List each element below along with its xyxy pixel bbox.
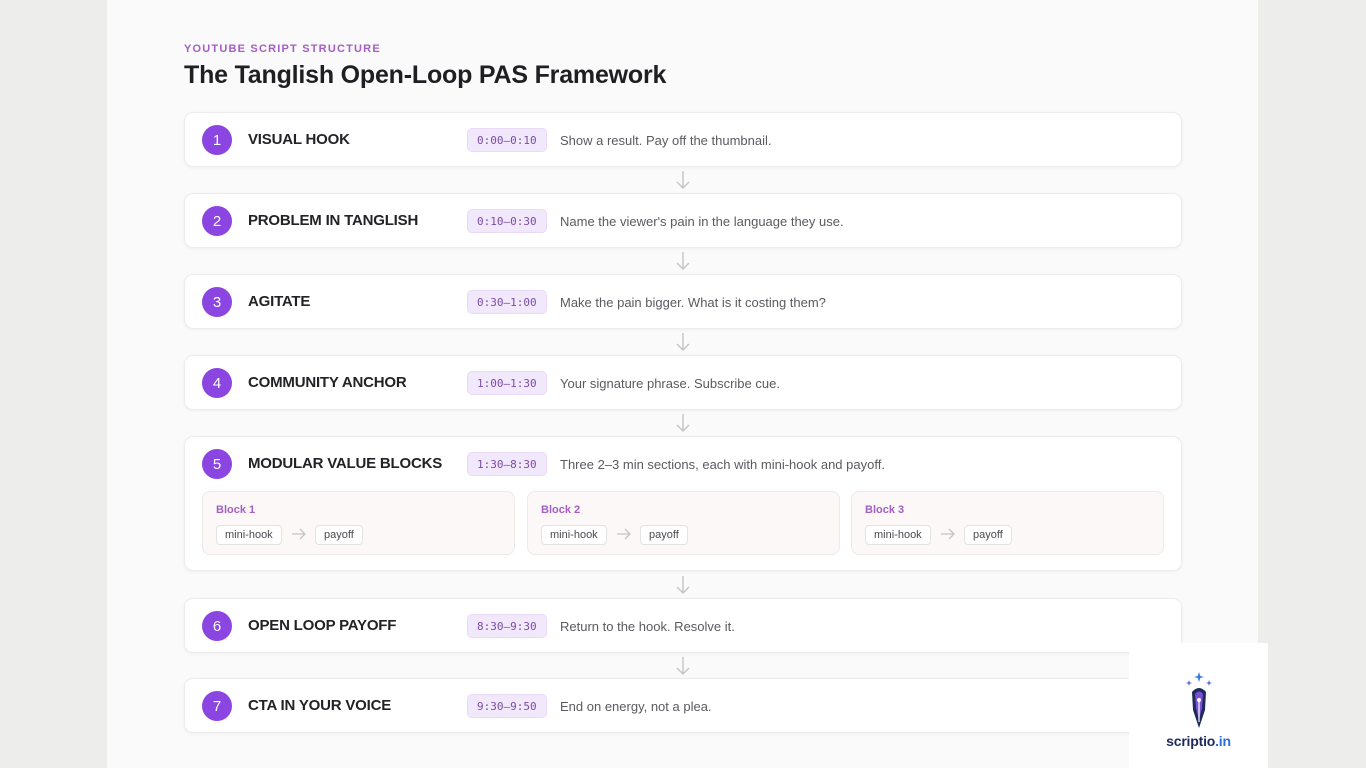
page-title: The Tanglish Open-Loop PAS Framework	[184, 61, 667, 89]
step-card: 3 AGITATE 0:30–1:00 Make the pain bigger…	[184, 274, 1182, 329]
step-description: End on energy, not a plea.	[560, 699, 712, 714]
step-label: COMMUNITY ANCHOR	[248, 374, 407, 391]
step-number-badge: 2	[202, 206, 232, 236]
payoff-chip: payoff	[640, 525, 688, 545]
down-arrow-icon	[676, 656, 690, 676]
down-arrow-icon	[676, 575, 690, 595]
step-number-badge: 6	[202, 611, 232, 641]
step-card: 2 PROBLEM IN TANGLISH 0:10–0:30 Name the…	[184, 193, 1182, 248]
step-description: Return to the hook. Resolve it.	[560, 619, 735, 634]
payoff-chip: payoff	[964, 525, 1012, 545]
step-card: 7 CTA IN YOUR VOICE 9:30–9:50 End on ene…	[184, 678, 1182, 733]
value-block: Block 1 mini-hook payoff	[202, 491, 515, 555]
step-label: OPEN LOOP PAYOFF	[248, 617, 397, 634]
step-description: Make the pain bigger. What is it costing…	[560, 295, 826, 310]
step-number-badge: 4	[202, 368, 232, 398]
time-badge: 0:10–0:30	[467, 209, 547, 233]
step-number-badge: 5	[202, 449, 232, 479]
down-arrow-icon	[676, 251, 690, 271]
step-number-badge: 7	[202, 691, 232, 721]
step-description: Three 2–3 min sections, each with mini-h…	[560, 457, 885, 472]
step-card: 4 COMMUNITY ANCHOR 1:00–1:30 Your signat…	[184, 355, 1182, 410]
step-card: 5 MODULAR VALUE BLOCKS 1:30–8:30 Three 2…	[184, 436, 1182, 571]
down-arrow-icon	[676, 170, 690, 190]
payoff-chip: payoff	[315, 525, 363, 545]
quill-pen-icon	[1186, 672, 1212, 728]
step-label: AGITATE	[248, 293, 311, 310]
brand-logo[interactable]: scriptio.in	[1129, 643, 1268, 768]
right-arrow-icon	[617, 528, 631, 540]
time-badge: 8:30–9:30	[467, 614, 547, 638]
step-label: MODULAR VALUE BLOCKS	[248, 455, 443, 472]
block-title: Block 1	[216, 504, 256, 516]
time-badge: 9:30–9:50	[467, 694, 547, 718]
step-label: PROBLEM IN TANGLISH	[248, 212, 419, 229]
mini-hook-chip: mini-hook	[541, 525, 607, 545]
block-title: Block 2	[541, 504, 581, 516]
time-badge: 1:30–8:30	[467, 452, 547, 476]
logo-wordmark: scriptio.in	[1166, 733, 1231, 749]
value-block: Block 3 mini-hook payoff	[851, 491, 1164, 555]
step-description: Your signature phrase. Subscribe cue.	[560, 376, 780, 391]
right-arrow-icon	[941, 528, 955, 540]
step-description: Show a result. Pay off the thumbnail.	[560, 133, 772, 148]
block-title: Block 3	[865, 504, 905, 516]
value-block: Block 2 mini-hook payoff	[527, 491, 840, 555]
time-badge: 0:30–1:00	[467, 290, 547, 314]
step-label: VISUAL HOOK	[248, 131, 350, 148]
time-badge: 1:00–1:30	[467, 371, 547, 395]
step-number-badge: 3	[202, 287, 232, 317]
step-description: Name the viewer's pain in the language t…	[560, 214, 844, 229]
step-label: CTA IN YOUR VOICE	[248, 697, 392, 714]
down-arrow-icon	[676, 332, 690, 352]
mini-hook-chip: mini-hook	[865, 525, 931, 545]
down-arrow-icon	[676, 413, 690, 433]
time-badge: 0:00–0:10	[467, 128, 547, 152]
eyebrow-label: YOUTUBE SCRIPT STRUCTURE	[184, 43, 381, 55]
step-card: 1 VISUAL HOOK 0:00–0:10 Show a result. P…	[184, 112, 1182, 167]
step-number-badge: 1	[202, 125, 232, 155]
mini-hook-chip: mini-hook	[216, 525, 282, 545]
right-arrow-icon	[292, 528, 306, 540]
step-card: 6 OPEN LOOP PAYOFF 8:30–9:30 Return to t…	[184, 598, 1182, 653]
